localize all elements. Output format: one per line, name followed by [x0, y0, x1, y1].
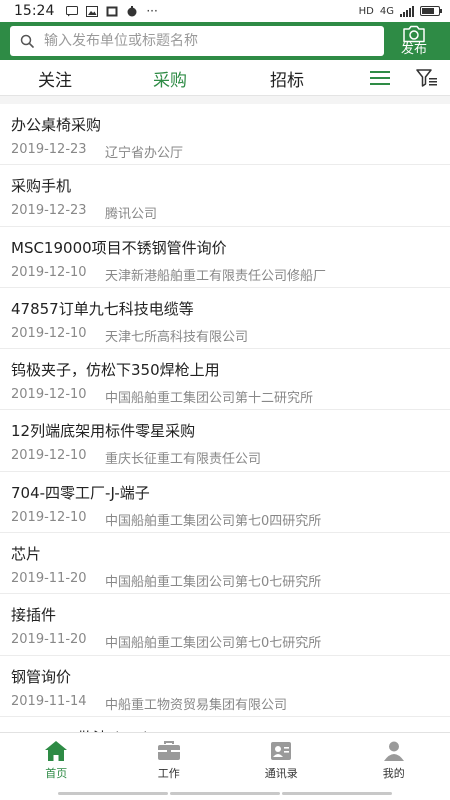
item-date: 2019-12-10 [11, 325, 87, 341]
item-date: 2019-12-10 [11, 509, 87, 525]
status-right: HD 4G [358, 5, 442, 17]
purchase-list: 办公桌椅采购 2019-12-23 辽宁省办公厅采购手机 2019-12-23 腾讯公司… [0, 104, 450, 779]
item-meta: 2019-12-10 中国船舶重工集团公司第七0四研究所 [11, 510, 450, 529]
tab-purchase[interactable]: 采购 [153, 66, 187, 91]
list-item[interactable]: 芯片 2019-11-20 中国船舶重工集团公司第七0七研究所 [0, 533, 450, 595]
tabbar-home-label: 首页 [45, 767, 68, 780]
briefcase-icon [157, 741, 180, 760]
network-indicator: 4G [379, 5, 394, 17]
item-org: 中国船舶重工集团公司第七0四研究所 [105, 513, 322, 529]
tab-tender[interactable]: 招标 [270, 66, 304, 91]
item-date: 2019-12-23 [11, 142, 87, 157]
list-item[interactable]: 47857订单九七科技电缆等 2019-12-10 天津七所高科技有限公司 [0, 288, 450, 350]
item-org: 腾讯公司 [105, 207, 158, 223]
item-title: 办公桌椅采购 [11, 116, 102, 134]
publish-button[interactable]: 发布 [384, 25, 444, 57]
item-title: 47857订单九七科技电缆等 [11, 299, 194, 318]
item-date: 2019-12-10 [11, 448, 87, 464]
list-item[interactable]: 接插件 2019-11-20 中国船舶重工集团公司第七0七研究所 [0, 594, 450, 656]
item-meta: 2019-11-20 中国船舶重工集团公司第七0七研究所 [11, 571, 450, 590]
item-date: 2019-11-20 [11, 571, 87, 587]
image-icon [106, 6, 118, 16]
category-tabs: 关注 采购 招标 [0, 60, 450, 96]
list-item[interactable]: 12列端底架用标件零星采购 2019-12-10 重庆长征重工有限责任公司 [0, 410, 450, 472]
tabbar-home[interactable]: 首页 [0, 733, 113, 788]
item-title: 钨极夹子，仿松下350焊枪上用 [11, 361, 220, 380]
tabbar-work[interactable]: 工作 [113, 733, 226, 788]
item-meta: 2019-12-23 腾讯公司 [11, 203, 450, 222]
list-item[interactable]: 办公桌椅采购 2019-12-23 辽宁省办公厅 [0, 104, 450, 166]
item-org: 辽宁省办公厅 [105, 146, 184, 161]
home-icon [45, 741, 68, 761]
item-title: 接插件 [11, 606, 57, 625]
app-header: 发布 [0, 22, 450, 60]
item-title: 704-四零工厂-J-端子 [11, 483, 150, 502]
person-icon [383, 741, 404, 761]
list-item[interactable]: 采购手机 2019-12-23 腾讯公司 [0, 165, 450, 227]
status-time: 15:24 [14, 3, 55, 19]
filter-icon[interactable] [416, 69, 438, 87]
nav-handle [58, 792, 168, 795]
search-icon [20, 34, 34, 48]
status-icons: ··· [66, 4, 158, 18]
nav-handle [282, 792, 392, 795]
nav-handle [170, 792, 280, 795]
search-input[interactable] [44, 33, 344, 49]
item-meta: 2019-12-10 重庆长征重工有限责任公司 [11, 448, 450, 467]
tab-follow[interactable]: 关注 [38, 66, 72, 91]
alert-icon [127, 5, 137, 16]
item-date: 2019-12-10 [11, 264, 87, 280]
list-item[interactable]: 704-四零工厂-J-端子 2019-12-10 中国船舶重工集团公司第七0四研究所 [0, 472, 450, 534]
tabbar-contacts[interactable]: 通讯录 [225, 733, 338, 788]
item-meta: 2019-11-20 中国船舶重工集团公司第七0七研究所 [11, 632, 450, 651]
list-item[interactable]: 钢管询价 2019-11-14 中船重工物资贸易集团有限公司 [0, 656, 450, 717]
battery-icon [420, 6, 442, 16]
message-icon [66, 5, 79, 16]
menu-icon[interactable] [370, 70, 390, 86]
item-meta: 2019-12-10 天津新港船舶重工有限责任公司修船厂 [11, 265, 450, 284]
item-title: MSC19000项目不锈钢管件询价 [11, 238, 227, 257]
item-title: 采购手机 [11, 177, 72, 196]
image-icon [86, 5, 99, 17]
tabbar-mine[interactable]: 我的 [338, 733, 450, 788]
item-date: 2019-12-10 [11, 387, 87, 403]
search-box[interactable] [10, 26, 384, 56]
item-org: 中国船舶重工集团公司第七0七研究所 [105, 575, 322, 591]
item-org: 中国船舶重工集团公司第七0七研究所 [105, 636, 322, 652]
item-org: 天津新港船舶重工有限责任公司修船厂 [105, 268, 327, 284]
tabbar-work-label: 工作 [157, 767, 180, 780]
status-bar: 15:24 ··· HD 4G [0, 0, 450, 22]
contacts-icon [271, 742, 292, 760]
item-meta: 2019-12-10 天津七所高科技有限公司 [11, 326, 450, 345]
camera-icon [403, 25, 425, 43]
item-org: 中国船舶重工集团公司第十二研究所 [105, 391, 314, 407]
tabbar-contacts-label: 通讯录 [264, 767, 298, 780]
item-title: 钢管询价 [11, 667, 72, 686]
more-icon: ··· [146, 4, 158, 18]
tabbar-mine-label: 我的 [382, 767, 405, 780]
list-item[interactable]: MSC19000项目不锈钢管件询价 2019-12-10 天津新港船舶重工有限责任公… [0, 227, 450, 288]
list-item[interactable]: 钨极夹子，仿松下350焊枪上用 2019-12-10 中国船舶重工集团公司第十二研究… [0, 349, 450, 411]
item-date: 2019-11-20 [11, 632, 87, 648]
signal-icon [400, 5, 414, 17]
bottom-tab-bar: 首页 工作 通讯录 我的 [0, 732, 450, 788]
item-org: 中船重工物资贸易集团有限公司 [105, 697, 288, 713]
item-title: 芯片 [11, 545, 42, 564]
item-title: 12列端底架用标件零星采购 [11, 422, 196, 441]
item-org: 天津七所高科技有限公司 [105, 329, 249, 345]
publish-label: 发布 [400, 42, 427, 57]
item-org: 重庆长征重工有限责任公司 [105, 452, 262, 468]
item-meta: 2019-11-14 中船重工物资贸易集团有限公司 [11, 694, 450, 713]
hd-indicator: HD [358, 5, 374, 17]
item-date: 2019-12-23 [11, 203, 87, 219]
item-date: 2019-11-14 [11, 693, 87, 709]
item-meta: 2019-12-23 辽宁省办公厅 [11, 142, 450, 161]
item-meta: 2019-12-10 中国船舶重工集团公司第十二研究所 [11, 387, 450, 406]
system-nav-bar [0, 788, 450, 800]
